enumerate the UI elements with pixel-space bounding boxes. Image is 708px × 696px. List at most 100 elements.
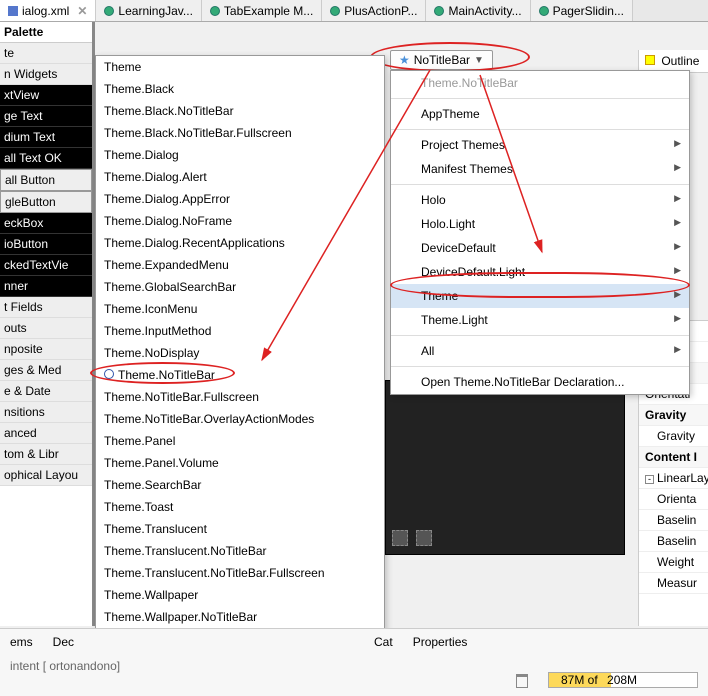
palette-section[interactable]: n Widgets <box>0 64 92 85</box>
theme-list-item[interactable]: Theme.InputMethod <box>96 320 384 342</box>
theme-list-item[interactable]: Theme.Wallpaper.NoTitleBar <box>96 606 384 628</box>
palette-section[interactable]: te <box>0 43 92 64</box>
theme-menu-item[interactable]: DeviceDefault <box>391 236 689 260</box>
layout-preview <box>385 380 625 555</box>
theme-list-item[interactable]: Theme.Wallpaper <box>96 584 384 606</box>
popup-header: Theme.NoTitleBar <box>391 71 689 95</box>
theme-list-item[interactable]: Theme.Panel.Volume <box>96 452 384 474</box>
theme-menu-item[interactable]: Theme <box>391 284 689 308</box>
theme-menu-item[interactable]: Holo.Light <box>391 212 689 236</box>
property-row[interactable]: Baselin <box>639 531 708 552</box>
theme-list-item[interactable]: Theme <box>96 56 384 78</box>
editor-tab[interactable]: TabExample M... <box>202 0 322 21</box>
editor-tabs: ialog.xml ✕ LearningJav... TabExample M... P… <box>0 0 708 22</box>
palette-section[interactable]: anced <box>0 423 92 444</box>
palette-widget[interactable]: ckedTextVie <box>0 255 92 276</box>
heap-used: 87M <box>555 673 584 687</box>
palette-widget[interactable]: all Text OK <box>0 148 92 169</box>
preview-widget <box>416 530 432 546</box>
theme-menu-item[interactable]: AppTheme <box>391 102 689 126</box>
heap-total: 208M <box>601 673 637 687</box>
java-file-icon <box>210 6 220 16</box>
tab-label: ialog.xml <box>22 4 69 18</box>
theme-menu-item[interactable]: Theme.Light <box>391 308 689 332</box>
palette-section[interactable]: nposite <box>0 339 92 360</box>
star-icon: ★ <box>399 53 410 67</box>
theme-list-item[interactable]: Theme.Black <box>96 78 384 100</box>
palette-widget[interactable]: dium Text <box>0 127 92 148</box>
theme-list-item[interactable]: Theme.Translucent <box>96 518 384 540</box>
theme-list-item[interactable]: Theme.NoTitleBar.OverlayActionModes <box>96 408 384 430</box>
editor-tab[interactable]: MainActivity... <box>426 0 530 21</box>
palette-widget[interactable]: eckBox <box>0 213 92 234</box>
status-ems: ems <box>10 635 33 649</box>
theme-list-item[interactable]: Theme.Panel <box>96 430 384 452</box>
theme-list-item[interactable]: Theme.ExpandedMenu <box>96 254 384 276</box>
property-row[interactable]: Orienta <box>639 489 708 510</box>
theme-list-item[interactable]: Theme.Black.NoTitleBar.Fullscreen <box>96 122 384 144</box>
outline-label: Outline <box>661 54 699 68</box>
theme-list-item[interactable]: Theme.SearchBar <box>96 474 384 496</box>
theme-list-item[interactable]: Theme.GlobalSearchBar <box>96 276 384 298</box>
property-row[interactable]: Measur <box>639 573 708 594</box>
palette-section[interactable]: e & Date <box>0 381 92 402</box>
tree-toggle-icon[interactable]: - <box>645 475 654 484</box>
theme-menu-item[interactable]: Open Theme.NoTitleBar Declaration... <box>391 370 689 394</box>
editor-tab[interactable]: ialog.xml ✕ <box>0 0 96 21</box>
logcat-tab[interactable]: Cat <box>374 635 393 649</box>
editor-tab[interactable]: PlusActionP... <box>322 0 426 21</box>
close-icon[interactable]: ✕ <box>77 4 87 18</box>
theme-list-item[interactable]: Theme.Dialog.RecentApplications <box>96 232 384 254</box>
theme-menu-item[interactable]: All <box>391 339 689 363</box>
tab-label: LearningJav... <box>118 4 193 18</box>
theme-dropdown[interactable]: ★ NoTitleBar ▼ <box>390 50 493 70</box>
theme-menu-item[interactable]: Manifest Themes <box>391 157 689 181</box>
property-row[interactable]: Baselin <box>639 510 708 531</box>
palette-widget[interactable]: xtView <box>0 85 92 106</box>
java-file-icon <box>104 6 114 16</box>
palette-widget[interactable]: gleButton <box>0 191 92 213</box>
theme-list-popup: ThemeTheme.BlackTheme.Black.NoTitleBarTh… <box>95 55 385 696</box>
palette-widget[interactable]: all Button <box>0 169 92 191</box>
palette-widget[interactable]: ge Text <box>0 106 92 127</box>
palette-section[interactable]: t Fields <box>0 297 92 318</box>
tab-label: TabExample M... <box>224 4 313 18</box>
property-row[interactable]: -LinearLay <box>639 468 708 489</box>
palette-section[interactable]: tom & Libr <box>0 444 92 465</box>
theme-list-item[interactable]: Theme.Black.NoTitleBar <box>96 100 384 122</box>
theme-list-item[interactable]: Theme.Translucent.NoTitleBar.Fullscreen <box>96 562 384 584</box>
preview-widget <box>392 530 408 546</box>
status-bar: ems Dec Cat Properties intent [ ortonand… <box>0 628 708 696</box>
properties-tab[interactable]: Properties <box>413 635 468 649</box>
menu-separator <box>391 129 689 130</box>
theme-list-item[interactable]: Theme.NoDisplay <box>96 342 384 364</box>
editor-tab[interactable]: PagerSlidin... <box>531 0 633 21</box>
palette-section[interactable]: ophical Layou <box>0 465 92 486</box>
theme-list-item[interactable]: Theme.NoTitleBar <box>96 364 384 386</box>
property-row[interactable]: Weight <box>639 552 708 573</box>
property-row[interactable]: Content I <box>639 447 708 468</box>
palette-header: Palette <box>0 22 92 43</box>
editor-tab[interactable]: LearningJav... <box>96 0 202 21</box>
palette-section[interactable]: nsitions <box>0 402 92 423</box>
theme-menu-item[interactable]: Holo <box>391 188 689 212</box>
property-row[interactable]: Gravity <box>639 426 708 447</box>
property-row[interactable]: Gravity <box>639 405 708 426</box>
theme-list-item[interactable]: Theme.Translucent.NoTitleBar <box>96 540 384 562</box>
theme-list-item[interactable]: Theme.Dialog.Alert <box>96 166 384 188</box>
java-file-icon <box>330 6 340 16</box>
theme-list-item[interactable]: Theme.Dialog.AppError <box>96 188 384 210</box>
heap-status[interactable]: 87M of 208M <box>548 672 698 688</box>
theme-list-item[interactable]: Theme.Dialog <box>96 144 384 166</box>
theme-list-item[interactable]: Theme.Dialog.NoFrame <box>96 210 384 232</box>
theme-menu-item[interactable]: Project Themes <box>391 133 689 157</box>
theme-list-item[interactable]: Theme.IconMenu <box>96 298 384 320</box>
theme-list-item[interactable]: Theme.NoTitleBar.Fullscreen <box>96 386 384 408</box>
theme-menu-item[interactable]: DeviceDefault.Light <box>391 260 689 284</box>
palette-widget[interactable]: nner <box>0 276 92 297</box>
palette-widget[interactable]: ioButton <box>0 234 92 255</box>
trash-icon[interactable] <box>516 674 528 688</box>
palette-section[interactable]: ges & Med <box>0 360 92 381</box>
palette-section[interactable]: outs <box>0 318 92 339</box>
theme-list-item[interactable]: Theme.Toast <box>96 496 384 518</box>
